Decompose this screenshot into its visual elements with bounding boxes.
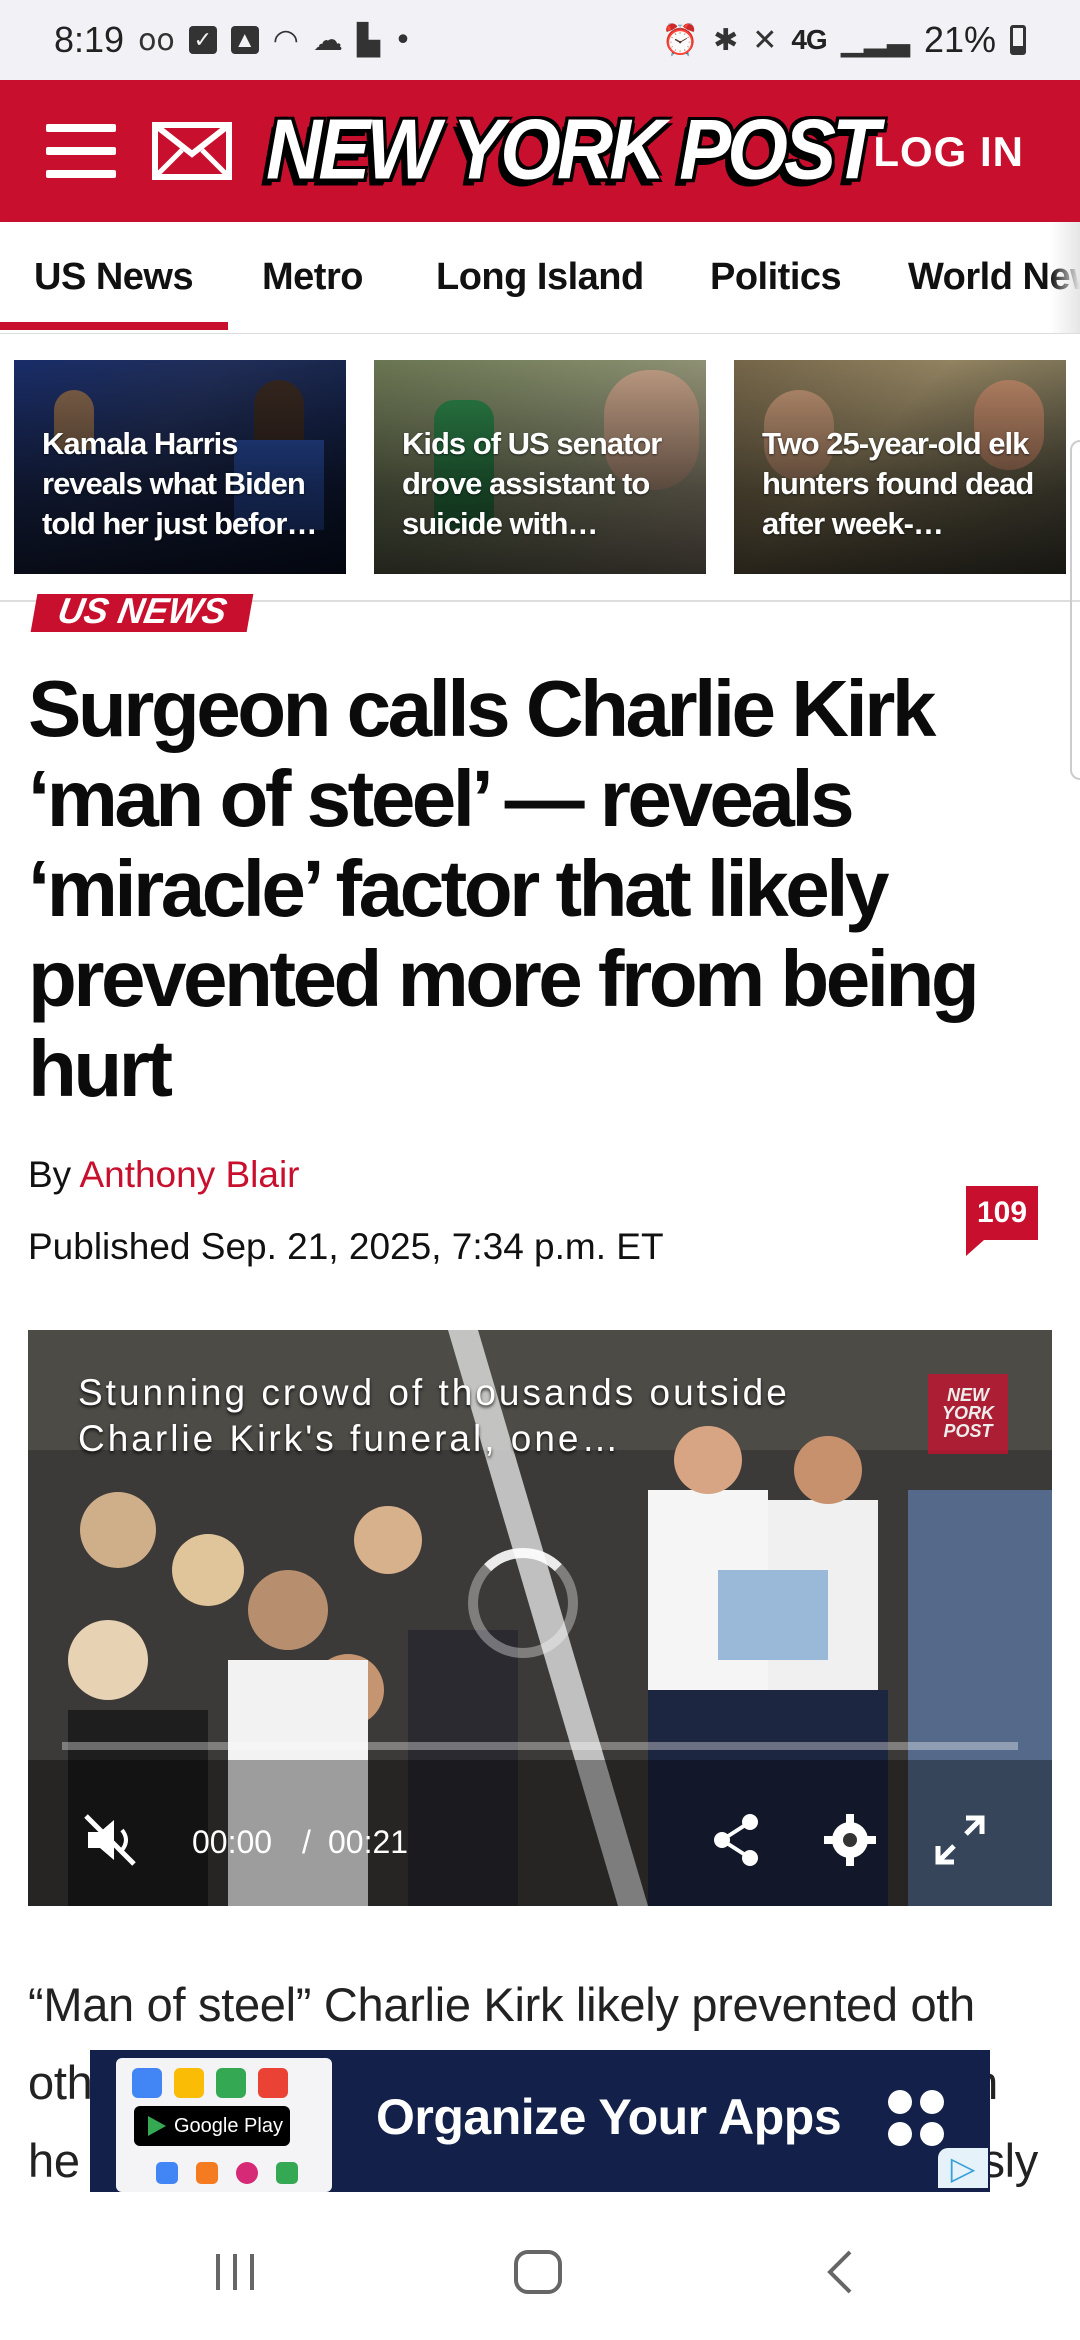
chart-icon: ▙ xyxy=(356,22,381,58)
video-controls: 00:00 / 00:21 xyxy=(28,1790,1052,1890)
wifi-icon: ◠ xyxy=(272,22,299,58)
site-header: NEW YORK POST LOG IN xyxy=(0,80,1080,222)
mail-icon[interactable] xyxy=(152,122,232,180)
article-headline: Surgeon calls Charlie Kirk ‘man of steel… xyxy=(28,664,980,1113)
story-carousel: Kamala Harris reveals what Biden told he… xyxy=(0,334,1080,602)
dot-icon: • xyxy=(394,22,412,58)
story-card[interactable]: Kamala Harris reveals what Biden told he… xyxy=(14,360,346,574)
body-line-3-start: he xyxy=(28,2134,80,2187)
back-icon[interactable] xyxy=(820,2244,860,2300)
status-bar: 8:19 oo ✓ ▲ ◠ ☁ ▙ • ⏰ ✱ ✕ 4G ▁▂▃ 21% xyxy=(0,0,1080,80)
tab-politics[interactable]: Politics xyxy=(710,256,842,299)
google-play-icon xyxy=(148,2116,166,2136)
body-line-2-start: oth xyxy=(28,2056,93,2109)
system-navigation-bar xyxy=(0,2200,1080,2340)
voicemail-icon: oo xyxy=(138,22,175,58)
battery-percent: 21% xyxy=(923,19,996,60)
status-right: ⏰ ✱ ✕ 4G ▁▂▃ 21% xyxy=(662,19,1026,61)
status-time: 8:19 xyxy=(54,19,125,60)
alarm-icon: ⏰ xyxy=(661,22,700,58)
ad-banner[interactable]: Google Play Organize Your Apps xyxy=(90,2050,990,2192)
checkbox-icon: ✓ xyxy=(188,26,217,54)
ad-headline: Organize Your Apps xyxy=(376,2089,842,2145)
published-date: Published Sep. 21, 2025, 7:34 p.m. ET xyxy=(28,1226,664,1267)
nav-scroll-fade xyxy=(1050,222,1080,333)
adchoices-icon[interactable]: ▷ xyxy=(938,2148,988,2188)
tab-us-news[interactable]: US News xyxy=(34,256,194,299)
story-caption: Kamala Harris reveals what Biden told he… xyxy=(42,426,318,541)
section-tag[interactable]: US NEWS xyxy=(30,594,254,632)
byline-prefix: By xyxy=(28,1154,72,1195)
comment-bubble-tail xyxy=(966,1240,984,1256)
cloud-icon: ☁ xyxy=(312,22,343,58)
status-left: 8:19 oo ✓ ▲ ◠ ☁ ▙ • xyxy=(54,19,412,61)
share-icon[interactable] xyxy=(704,1808,768,1872)
google-play-badge[interactable]: Google Play xyxy=(134,2106,290,2146)
tab-metro[interactable]: Metro xyxy=(262,256,363,299)
video-progress-bar[interactable] xyxy=(62,1742,1018,1750)
site-logo[interactable]: NEW YORK POST xyxy=(266,99,880,199)
byline: By Anthony Blair xyxy=(28,1154,300,1196)
menu-icon[interactable] xyxy=(46,124,116,178)
bluetooth-icon: ✱ xyxy=(713,22,739,58)
time-separator: / xyxy=(302,1824,311,1860)
video-duration: 00:21 xyxy=(328,1824,409,1860)
battery-icon xyxy=(1010,25,1026,55)
video-player[interactable]: Stunning crowd of thousands outside Char… xyxy=(28,1330,1052,1906)
fullscreen-icon[interactable] xyxy=(928,1808,992,1872)
video-watermark-logo: NEW YORK POST xyxy=(928,1374,1008,1454)
mute-toggle-icon[interactable] xyxy=(78,1808,142,1872)
section-nav: US News Metro Long Island Politics World… xyxy=(0,222,1080,334)
comments-button[interactable]: 109 xyxy=(966,1186,1038,1256)
recent-apps-icon[interactable] xyxy=(210,2244,260,2300)
loading-spinner-icon xyxy=(468,1548,578,1658)
scroll-indicator xyxy=(1070,440,1080,780)
mute-icon: ✕ xyxy=(752,22,778,58)
story-card[interactable]: Two 25-year-old elk hunters found dead a… xyxy=(734,360,1066,574)
story-caption: Two 25-year-old elk hunters found dead a… xyxy=(762,426,1034,541)
body-line-1: “Man of steel” Charlie Kirk likely preve… xyxy=(28,1978,975,2031)
home-icon[interactable] xyxy=(510,2244,566,2300)
google-play-label: Google Play xyxy=(174,2115,283,2137)
signal-icon: ▁▂▃ xyxy=(840,22,910,58)
current-time: 00:00 xyxy=(192,1824,273,1860)
active-tab-indicator xyxy=(0,322,228,330)
app-grid-icon xyxy=(888,2090,946,2148)
author-link[interactable]: Anthony Blair xyxy=(79,1154,299,1195)
gallery-icon: ▲ xyxy=(230,26,259,54)
video-title: Stunning crowd of thousands outside Char… xyxy=(78,1372,790,1459)
settings-gear-icon[interactable] xyxy=(818,1808,882,1872)
login-button[interactable]: LOG IN xyxy=(873,128,1024,176)
story-caption: Kids of US senator drove assistant to su… xyxy=(402,426,662,541)
story-card[interactable]: Kids of US senator drove assistant to su… xyxy=(374,360,706,574)
network-type: 4G xyxy=(791,24,827,55)
tab-long-island[interactable]: Long Island xyxy=(436,256,644,299)
comment-count: 109 xyxy=(966,1186,1038,1240)
